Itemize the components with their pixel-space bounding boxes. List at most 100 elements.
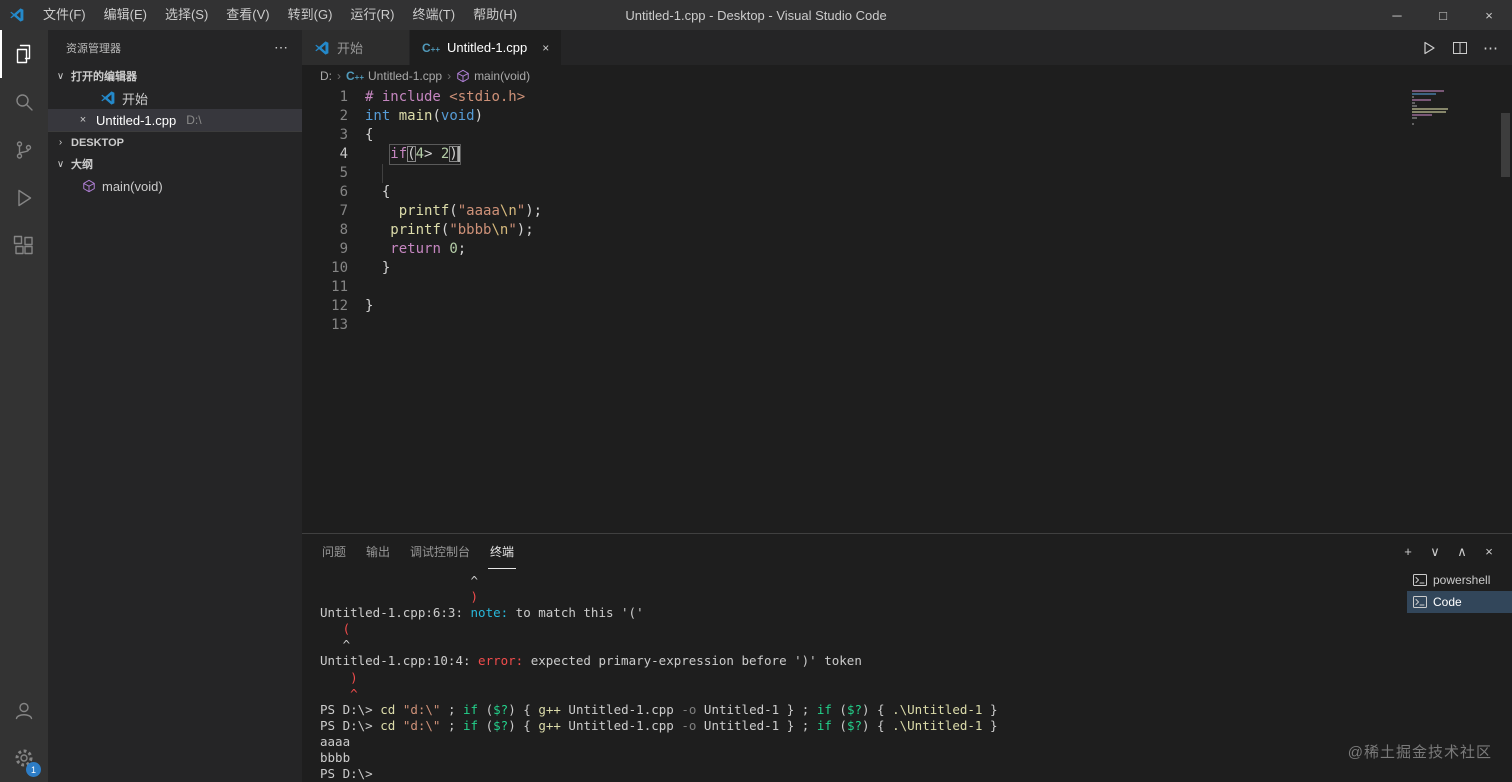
menu-item-1[interactable]: 编辑(E) (95, 0, 156, 30)
title-bar: 文件(F)编辑(E)选择(S)查看(V)转到(G)运行(R)终端(T)帮助(H)… (0, 0, 1512, 30)
terminal-line-4: ^ (320, 637, 1407, 653)
code-token: " (508, 222, 516, 238)
new-terminal-button[interactable]: + (1401, 544, 1415, 560)
code-text: { (365, 126, 373, 145)
activity-search-button[interactable] (0, 78, 48, 126)
terminal-list-item-0[interactable]: powershell (1407, 569, 1512, 591)
code-editor[interactable]: 1# include <stdio.h>2int main(void)3{4 i… (302, 87, 1512, 533)
code-line-6[interactable]: 6 { (302, 183, 1512, 202)
terminal-token: ) { (862, 718, 892, 733)
panel-tab-3[interactable]: 终端 (488, 534, 516, 569)
code-line-12[interactable]: 12} (302, 297, 1512, 316)
terminal-list-item-1[interactable]: Code (1407, 591, 1512, 613)
activity-explorer-button[interactable] (0, 30, 48, 78)
panel-tab-1[interactable]: 输出 (364, 534, 392, 569)
code-token: main (399, 108, 433, 124)
more-actions-button[interactable]: ⋯ (1483, 39, 1498, 57)
menu-item-3[interactable]: 查看(V) (217, 0, 278, 30)
code-line-1[interactable]: 1# include <stdio.h> (302, 88, 1512, 107)
open-editors-section-header[interactable]: ∨ 打开的编辑器 (48, 65, 302, 87)
activity-extensions-button[interactable] (0, 222, 48, 270)
code-line-8[interactable]: 8 printf("bbbb\n"); (302, 221, 1512, 240)
terminal-token: ^ (320, 637, 350, 652)
terminal-token: bbbb (320, 750, 350, 765)
run-button[interactable] (1421, 40, 1437, 56)
terminal-line-12: PS D:\> (320, 766, 1407, 782)
outline-section-header[interactable]: ∨ 大纲 (48, 153, 302, 175)
minimap-line (1412, 93, 1436, 95)
terminal-token: g++ (538, 718, 561, 733)
code-line-9[interactable]: 9 return 0; (302, 240, 1512, 259)
folder-label: DESKTOP (71, 137, 124, 149)
maximize-panel-button[interactable]: ∧ (1455, 544, 1469, 560)
breadcrumb-item-1[interactable]: C++Untitled-1.cpp (346, 69, 442, 83)
close-editor-icon[interactable]: × (76, 114, 90, 126)
terminal-token: ( (832, 702, 847, 717)
code-token: printf (399, 203, 450, 219)
breadcrumb-label: D: (320, 69, 332, 83)
tab-label: 开始 (337, 38, 363, 57)
terminal-token: ( (320, 621, 350, 636)
terminal-token: note: (471, 605, 516, 620)
code-text: int main(void) (365, 107, 483, 126)
code-text: } (365, 297, 373, 316)
open-editor-item-untitled[interactable]: × Untitled-1.cpp D:\ (48, 109, 302, 131)
code-line-5[interactable]: 5 (302, 164, 1512, 183)
cpp-file-icon: C++ (422, 42, 440, 54)
split-editor-button[interactable] (1452, 40, 1468, 56)
terminal-token: "d:\" (403, 718, 441, 733)
menu-item-6[interactable]: 终端(T) (403, 0, 464, 30)
minimize-button[interactable]: ─ (1374, 0, 1420, 30)
terminal-line-8: PS D:\> cd "d:\" ; if ($?) { g++ Untitle… (320, 702, 1407, 718)
panel-tab-0[interactable]: 问题 (320, 534, 348, 569)
code-line-2[interactable]: 2int main(void) (302, 107, 1512, 126)
editor-tabs: 开始 C++Untitled-1.cpp× (302, 30, 562, 65)
code-line-7[interactable]: 7 printf("aaaa\n"); (302, 202, 1512, 221)
activity-source-control-button[interactable] (0, 126, 48, 174)
open-editor-item-start[interactable]: 开始 (48, 87, 302, 109)
close-panel-button[interactable]: × (1482, 544, 1496, 560)
panel-tab-2[interactable]: 调试控制台 (408, 534, 472, 569)
code-text: if(4> 2) (390, 145, 459, 164)
editor-tab-0[interactable]: 开始 (302, 30, 410, 65)
terminal-token: $? (847, 718, 862, 733)
panel-header: 问题输出调试控制台终端 + ∨ ∧ × (302, 534, 1512, 569)
activity-run-debug-button[interactable] (0, 174, 48, 222)
menu-item-2[interactable]: 选择(S) (156, 0, 217, 30)
outline-item-main[interactable]: main(void) (48, 175, 302, 197)
code-line-13[interactable]: 13 (302, 316, 1512, 335)
editor-scrollbar[interactable] (1501, 113, 1510, 177)
code-token: ) (475, 108, 483, 124)
close-window-button[interactable]: × (1466, 0, 1512, 30)
more-actions-icon[interactable]: ⋯ (274, 39, 288, 56)
menu-item-7[interactable]: 帮助(H) (464, 0, 526, 30)
minimap-line (1412, 96, 1414, 98)
terminal-output[interactable]: ^ )Untitled-1.cpp:6:3: note: to match th… (302, 569, 1407, 782)
maximize-button[interactable]: □ (1420, 0, 1466, 30)
desktop-folder-section-header[interactable]: › DESKTOP (48, 131, 302, 153)
editor-tab-1[interactable]: C++Untitled-1.cpp× (410, 30, 562, 65)
code-line-4[interactable]: 4 if(4> 2) (302, 145, 1512, 164)
menu-item-4[interactable]: 转到(G) (279, 0, 342, 30)
code-line-11[interactable]: 11 (302, 278, 1512, 297)
minimap[interactable] (1412, 90, 1452, 129)
menu-item-0[interactable]: 文件(F) (34, 0, 95, 30)
terminal-line-0: ^ (320, 573, 1407, 589)
vscode-logo-icon (0, 7, 34, 23)
terminal-token: g++ (538, 702, 561, 717)
terminal-token (395, 718, 403, 733)
code-line-3[interactable]: 3{ (302, 126, 1512, 145)
close-tab-icon[interactable]: × (542, 41, 549, 55)
line-number: 1 (302, 88, 348, 107)
breadcrumb-item-2[interactable]: main(void) (456, 69, 530, 83)
breadcrumb-separator-icon: › (337, 69, 341, 83)
terminal-dropdown-button[interactable]: ∨ (1428, 544, 1442, 560)
code-line-10[interactable]: 10 } (302, 259, 1512, 278)
line-number: 10 (302, 259, 348, 278)
activity-account-button[interactable] (0, 686, 48, 734)
terminal-token: PS D:\> (320, 766, 373, 781)
activity-settings-button[interactable]: 1 (0, 734, 48, 782)
editor-tab-bar: 开始 C++Untitled-1.cpp× ⋯ (302, 30, 1512, 65)
menu-item-5[interactable]: 运行(R) (341, 0, 403, 30)
breadcrumb-item-0[interactable]: D: (320, 69, 332, 83)
